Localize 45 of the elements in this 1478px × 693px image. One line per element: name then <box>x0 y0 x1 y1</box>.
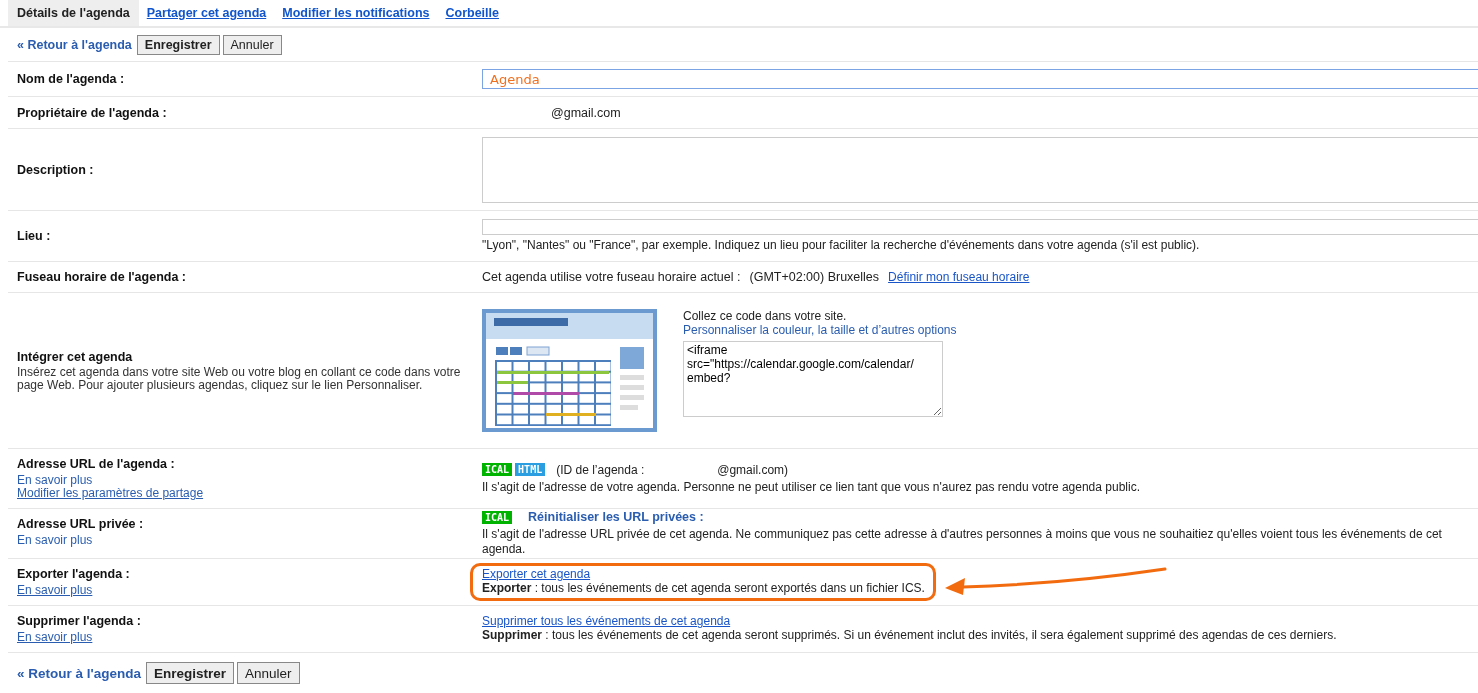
help-link[interactable]: En savoir plus <box>17 474 93 487</box>
back-link[interactable]: « Retour à l'agenda <box>17 38 132 52</box>
url-note: Il s'agit de l'adresse URL privée de cet agenda. Ne communiquez pas cette adresse à d'autres personnes à moins que vous ne souhaitiez qu'elles voient tous les événements de cet agenda. <box>482 527 1443 557</box>
help-link[interactable]: En savoir plus <box>17 534 93 547</box>
field-label: Nom de l'agenda : <box>17 72 126 86</box>
action-link[interactable]: Supprimer tous les événements de cet agenda <box>482 614 731 628</box>
tab[interactable]: Corbeille <box>437 0 507 26</box>
tab[interactable]: Partager cet agenda <box>138 0 275 26</box>
location-field[interactable] <box>482 219 1478 235</box>
tab[interactable]: Modifier les notifications <box>274 0 438 26</box>
field-label: Exporter l'agenda : <box>17 567 131 581</box>
customize-link[interactable]: Personnaliser la couleur, la taille et d’autres options <box>683 323 957 337</box>
field-label: Intégrer cet agenda <box>17 349 134 364</box>
timezone-link[interactable]: Définir mon fuseau horaire <box>888 270 1030 284</box>
back-link[interactable]: « Retour à l'agenda <box>17 665 141 681</box>
embed-code-field[interactable]: <iframe src="https://calendar.google.com/calendar/ embed? <box>683 341 943 417</box>
field-label: Lieu : <box>17 229 52 243</box>
calendar-id-label: (ID de l’agenda : <box>556 462 645 477</box>
timezone-text: Cet agenda utilise votre fuseau horaire actuel : <box>482 270 741 284</box>
cancel-button[interactable]: Annuler <box>222 35 282 55</box>
field-label: Fuseau horaire de l'agenda : <box>17 270 187 284</box>
save-button[interactable]: Enregistrer <box>146 662 235 684</box>
cancel-button[interactable]: Annuler <box>237 662 300 684</box>
action-link[interactable]: Exporter cet agenda <box>482 567 591 581</box>
location-hint: "Lyon", "Nantes" ou "France", par exemple. Indiquez un lieu pour faciliter la recherche d'événements dans votre agenda (s'il est public). <box>482 238 1201 253</box>
field-label: Supprimer l'agenda : <box>17 614 142 628</box>
field-label: Propriétaire de l'agenda : <box>17 105 168 120</box>
help-link[interactable]: En savoir plus <box>17 584 93 597</box>
owner-email: @gmail.com <box>550 105 622 120</box>
calendar-id-value: @gmail.com) <box>717 462 789 477</box>
timezone-value: (GMT+02:00) Bruxelles <box>749 270 880 284</box>
save-button[interactable]: Enregistrer <box>136 35 220 55</box>
field-label: Adresse URL de l'agenda : <box>17 457 176 471</box>
instruction-text: Collez ce code dans votre site. <box>683 309 848 323</box>
description-text: Insérez cet agenda dans votre site Web ou votre blog en collant ce code dans votre page Web. Pour ajouter plusieurs agendas, cliquez sur le lien Personnaliser. <box>17 365 462 392</box>
reset-urls-link[interactable]: Réinitialiser les URL privées : <box>528 510 704 524</box>
help-link[interactable]: Modifier les paramètres de partage <box>17 487 204 500</box>
field-label: Adresse URL privée : <box>17 517 145 531</box>
field-label: Description : <box>17 162 95 177</box>
action-note: Exporter : tous les événements de cet agenda seront exportés dans un fichier ICS. <box>482 581 925 596</box>
action-note: Supprimer : tous les événements de cet agenda seront supprimés. Si un événement inclut des invités, il sera également supprimé des agendas de ces derniers. <box>482 628 1337 643</box>
description-field[interactable] <box>482 136 1478 203</box>
url-note: Il s'agit de l'adresse de votre agenda. Personne ne peut utiliser ce lien tant que vous n'aurez pas rendu votre agenda public. <box>482 479 1141 495</box>
tab[interactable]: Détails de l'agenda <box>8 0 139 26</box>
help-link[interactable]: En savoir plus <box>17 631 93 644</box>
